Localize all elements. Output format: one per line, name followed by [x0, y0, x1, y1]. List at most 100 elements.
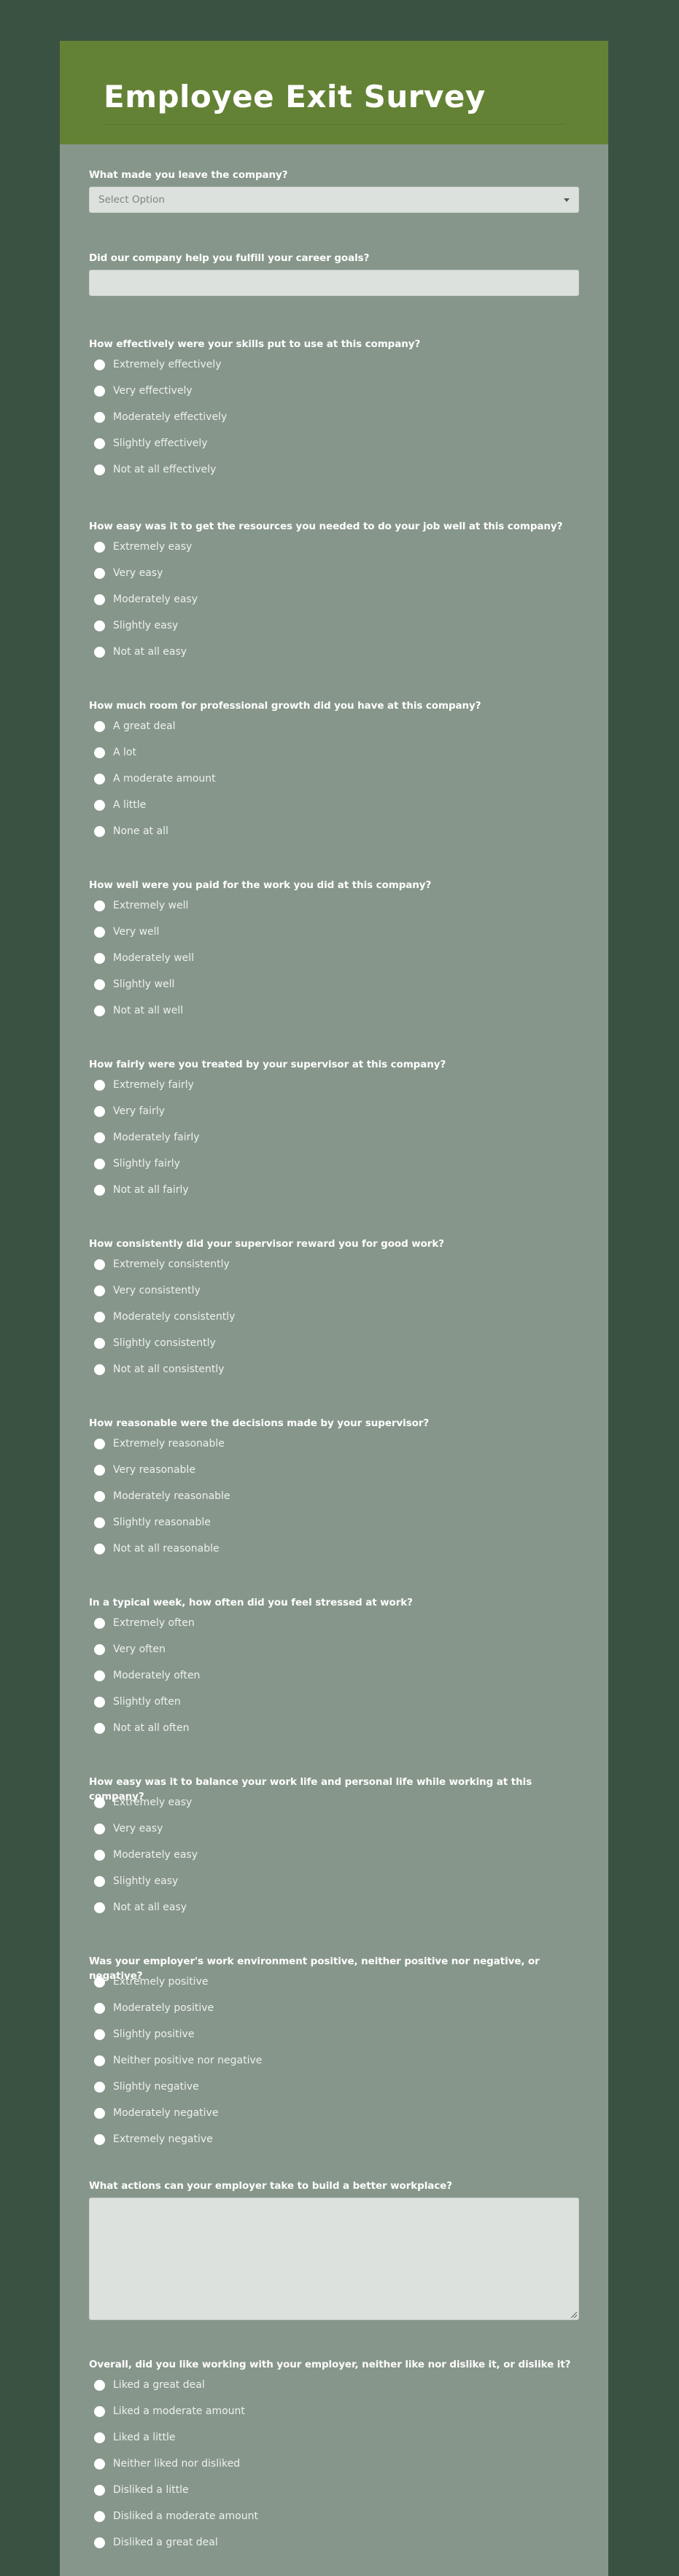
- radio-option[interactable]: Not at all effectively: [89, 456, 579, 483]
- radio-option-label[interactable]: A lot: [113, 747, 136, 758]
- radio-option[interactable]: Slightly effectively: [89, 430, 579, 456]
- radio-button-icon[interactable]: [94, 620, 105, 631]
- radio-button-icon[interactable]: [94, 1464, 105, 1476]
- radio-option-label[interactable]: Disliked a great deal: [113, 2537, 218, 2548]
- radio-option-label[interactable]: Not at all often: [113, 1722, 190, 1734]
- radio-option[interactable]: Extremely easy: [89, 1789, 579, 1816]
- radio-option-label[interactable]: Slightly fairly: [113, 1158, 180, 1170]
- radio-option[interactable]: Liked a great deal: [89, 2372, 579, 2398]
- radio-option-label[interactable]: Not at all reasonable: [113, 1543, 220, 1554]
- radio-button-icon[interactable]: [94, 926, 105, 938]
- radio-option[interactable]: Moderately well: [89, 945, 579, 971]
- radio-option[interactable]: Very fairly: [89, 1098, 579, 1124]
- radio-option[interactable]: Very effectively: [89, 378, 579, 404]
- radio-button-icon[interactable]: [94, 1285, 105, 1296]
- radio-button-icon[interactable]: [94, 1079, 105, 1091]
- radio-button-icon[interactable]: [94, 2107, 105, 2119]
- radio-option-label[interactable]: Extremely consistently: [113, 1258, 230, 1270]
- radio-option-label[interactable]: Extremely negative: [113, 2133, 213, 2145]
- radio-button-icon[interactable]: [94, 2537, 105, 2548]
- radio-option[interactable]: Not at all easy: [89, 1894, 579, 1921]
- radio-option-label[interactable]: Liked a little: [113, 2432, 176, 2443]
- radio-option-label[interactable]: Moderately positive: [113, 2002, 214, 2014]
- radio-option[interactable]: Moderately effectively: [89, 404, 579, 430]
- radio-option[interactable]: Disliked a great deal: [89, 2529, 579, 2556]
- radio-button-icon[interactable]: [94, 1875, 105, 1887]
- radio-button-icon[interactable]: [94, 1797, 105, 1808]
- radio-option-label[interactable]: Moderately easy: [113, 594, 198, 605]
- radio-option[interactable]: Extremely fairly: [89, 1072, 579, 1098]
- radio-option-label[interactable]: Very consistently: [113, 1285, 201, 1296]
- radio-option[interactable]: A great deal: [89, 713, 579, 739]
- radio-option[interactable]: Slightly well: [89, 971, 579, 997]
- radio-option-label[interactable]: Moderately effectively: [113, 411, 227, 423]
- radio-option-label[interactable]: Slightly consistently: [113, 1337, 216, 1349]
- radio-button-icon[interactable]: [94, 1722, 105, 1734]
- radio-button-icon[interactable]: [94, 2002, 105, 2014]
- radio-option[interactable]: Very easy: [89, 1816, 579, 1842]
- radio-option-label[interactable]: Neither positive nor negative: [113, 2055, 262, 2066]
- radio-option[interactable]: Moderately easy: [89, 586, 579, 612]
- radio-option-label[interactable]: Moderately often: [113, 1670, 200, 1681]
- radio-option[interactable]: Neither positive nor negative: [89, 2047, 579, 2074]
- radio-option[interactable]: Not at all consistently: [89, 1356, 579, 1382]
- radio-option-label[interactable]: Extremely often: [113, 1617, 195, 1629]
- radio-option-label[interactable]: Slightly easy: [113, 1875, 178, 1887]
- radio-option-label[interactable]: Disliked a little: [113, 2484, 189, 2496]
- radio-button-icon[interactable]: [94, 1670, 105, 1681]
- radio-option[interactable]: Moderately reasonable: [89, 1483, 579, 1509]
- radio-button-icon[interactable]: [94, 720, 105, 732]
- radio-option-label[interactable]: Slightly effectively: [113, 437, 208, 449]
- radio-option-label[interactable]: Slightly often: [113, 1696, 181, 1708]
- radio-button-icon[interactable]: [94, 1438, 105, 1450]
- radio-button-icon[interactable]: [94, 2458, 105, 2470]
- radio-button-icon[interactable]: [94, 1158, 105, 1170]
- radio-button-icon[interactable]: [94, 1976, 105, 1988]
- radio-option-label[interactable]: Extremely easy: [113, 1797, 192, 1808]
- radio-option-label[interactable]: Liked a great deal: [113, 2379, 205, 2391]
- radio-button-icon[interactable]: [94, 747, 105, 758]
- radio-option[interactable]: Slightly consistently: [89, 1330, 579, 1356]
- radio-option-label[interactable]: A little: [113, 799, 146, 811]
- radio-option-label[interactable]: Extremely easy: [113, 541, 192, 553]
- radio-option-label[interactable]: Very easy: [113, 567, 163, 579]
- radio-button-icon[interactable]: [94, 1184, 105, 1196]
- radio-option[interactable]: Extremely easy: [89, 534, 579, 560]
- radio-button-icon[interactable]: [94, 385, 105, 397]
- radio-option-label[interactable]: Extremely well: [113, 900, 188, 911]
- radio-option[interactable]: Extremely often: [89, 1610, 579, 1636]
- radio-option-label[interactable]: Slightly negative: [113, 2081, 199, 2093]
- radio-option[interactable]: Moderately easy: [89, 1842, 579, 1868]
- radio-option[interactable]: Slightly reasonable: [89, 1509, 579, 1536]
- radio-button-icon[interactable]: [94, 2133, 105, 2145]
- radio-option-label[interactable]: Moderately negative: [113, 2107, 218, 2119]
- radio-button-icon[interactable]: [94, 825, 105, 837]
- radio-option[interactable]: None at all: [89, 818, 579, 844]
- radio-option[interactable]: Extremely consistently: [89, 1251, 579, 1277]
- radio-option[interactable]: A moderate amount: [89, 766, 579, 792]
- leave-reason-select[interactable]: Select Option: [89, 187, 579, 213]
- radio-option[interactable]: Very often: [89, 1636, 579, 1662]
- radio-option[interactable]: Very consistently: [89, 1277, 579, 1304]
- radio-option-label[interactable]: Not at all effectively: [113, 464, 216, 475]
- radio-option-label[interactable]: Not at all easy: [113, 646, 187, 658]
- radio-option[interactable]: Not at all well: [89, 997, 579, 1024]
- radio-button-icon[interactable]: [94, 1258, 105, 1270]
- radio-option-label[interactable]: A great deal: [113, 720, 175, 732]
- radio-option[interactable]: Disliked a moderate amount: [89, 2503, 579, 2529]
- radio-button-icon[interactable]: [94, 1363, 105, 1375]
- radio-option-label[interactable]: Slightly easy: [113, 620, 178, 631]
- radio-option[interactable]: Slightly easy: [89, 1868, 579, 1894]
- radio-option-label[interactable]: Moderately easy: [113, 1849, 198, 1861]
- radio-option[interactable]: Not at all easy: [89, 639, 579, 665]
- radio-option-label[interactable]: Not at all consistently: [113, 1363, 225, 1375]
- radio-button-icon[interactable]: [94, 567, 105, 579]
- radio-option-label[interactable]: Very reasonable: [113, 1464, 195, 1476]
- career-goals-input[interactable]: [89, 270, 579, 296]
- radio-button-icon[interactable]: [94, 773, 105, 785]
- radio-option[interactable]: Disliked a little: [89, 2477, 579, 2503]
- radio-option[interactable]: Moderately fairly: [89, 1124, 579, 1151]
- radio-button-icon[interactable]: [94, 978, 105, 990]
- radio-button-icon[interactable]: [94, 1105, 105, 1117]
- radio-option-label[interactable]: Moderately well: [113, 952, 194, 964]
